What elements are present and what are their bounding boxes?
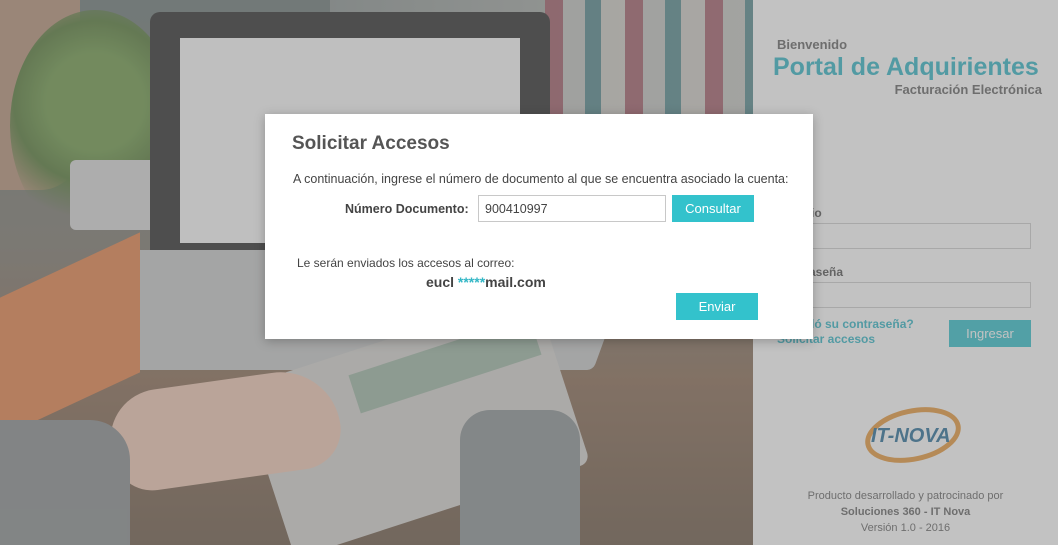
send-button[interactable]: Enviar (676, 293, 758, 320)
document-number-input[interactable] (478, 195, 666, 222)
email-prefix: eucl (426, 274, 458, 290)
email-suffix: mail.com (485, 274, 546, 290)
request-access-modal: Solicitar Accesos A continuación, ingres… (265, 114, 813, 339)
email-mask: ***** (457, 274, 486, 290)
document-number-label: Número Documento: (345, 202, 469, 216)
email-label: Le serán enviados los accesos al correo: (297, 256, 515, 270)
consult-button[interactable]: Consultar (672, 195, 754, 222)
modal-description: A continuación, ingrese el número de doc… (293, 172, 789, 186)
masked-email: eucl *****mail.com (426, 274, 546, 290)
modal-title: Solicitar Accesos (292, 133, 450, 154)
